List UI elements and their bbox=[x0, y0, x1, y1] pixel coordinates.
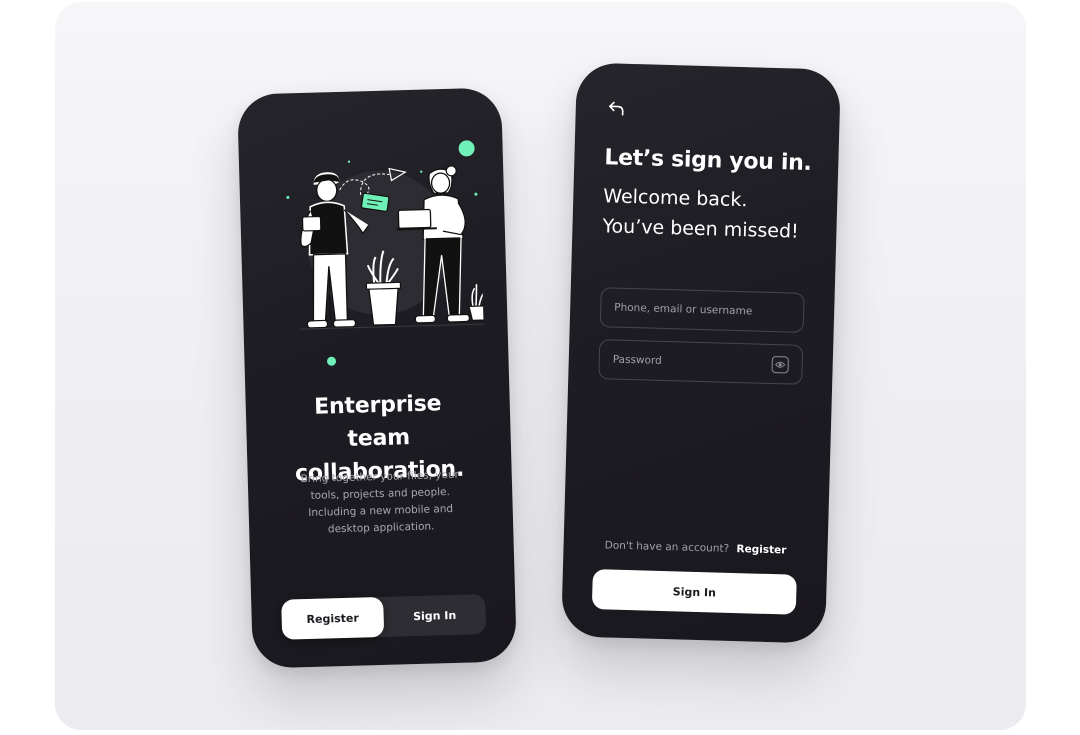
signin-tab-button[interactable]: Sign In bbox=[383, 594, 486, 637]
welcome-line-2: You’ve been missed! bbox=[602, 215, 799, 243]
password-field[interactable] bbox=[598, 339, 804, 385]
canvas-background: Enterprise team collaboration. Bring tog… bbox=[55, 2, 1026, 730]
signin-button[interactable]: Sign In bbox=[591, 569, 797, 615]
collaboration-illustration bbox=[286, 140, 485, 366]
eye-icon[interactable] bbox=[771, 355, 789, 373]
register-button[interactable]: Register bbox=[281, 596, 385, 640]
register-link[interactable]: Register bbox=[736, 543, 786, 556]
register-prompt: Don't have an account? Register bbox=[563, 538, 827, 557]
onboarding-screen: Enterprise team collaboration. Bring tog… bbox=[237, 87, 517, 669]
signin-title: Let’s sign you in. bbox=[604, 145, 812, 177]
username-field[interactable] bbox=[599, 287, 805, 333]
welcome-message: Welcome back. You’ve been missed! bbox=[602, 181, 800, 246]
no-account-text: Don't have an account? bbox=[604, 539, 730, 555]
back-arrow-icon[interactable] bbox=[605, 97, 628, 120]
username-input[interactable] bbox=[614, 301, 791, 319]
auth-toggle: Register Sign In bbox=[281, 594, 487, 640]
signin-screen: Let’s sign you in. Welcome back. You’ve … bbox=[561, 62, 841, 644]
onboarding-description: Bring together your files, your tools, p… bbox=[300, 468, 460, 536]
password-input[interactable] bbox=[612, 353, 772, 370]
